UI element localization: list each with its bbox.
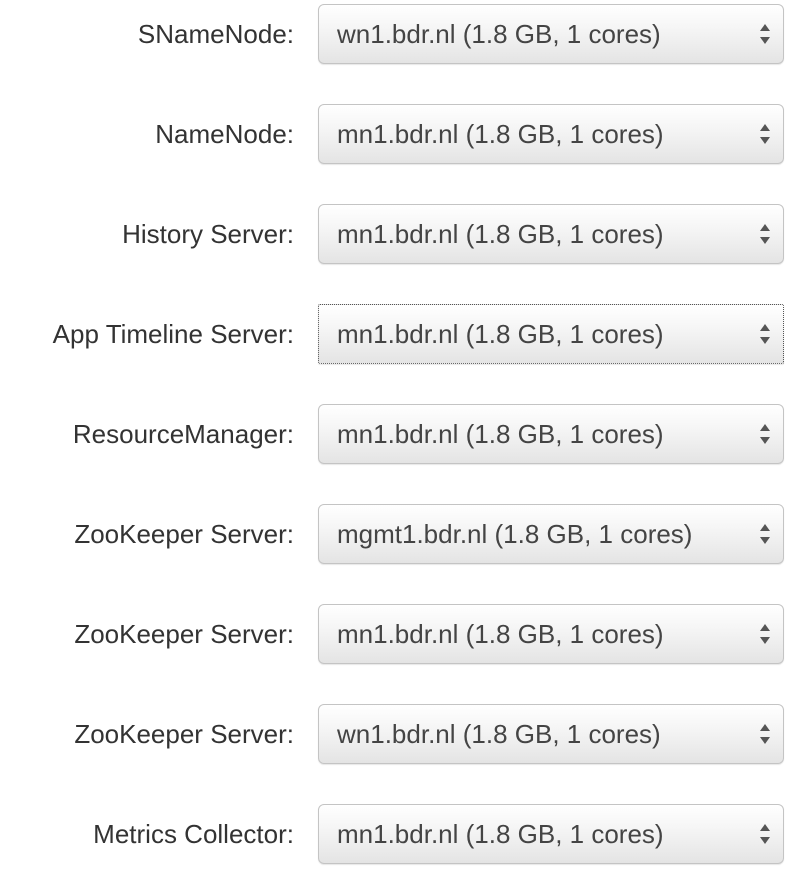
field-row-zookeeper-server-1: ZooKeeper Server: mgmt1.bdr.nl (1.8 GB, … (0, 504, 792, 564)
select-value: mn1.bdr.nl (1.8 GB, 1 cores) (337, 319, 664, 349)
host-select[interactable]: mn1.bdr.nl (1.8 GB, 1 cores) (318, 204, 784, 264)
field-row-app-timeline-server: App Timeline Server: mn1.bdr.nl (1.8 GB,… (0, 304, 792, 364)
select-value: mn1.bdr.nl (1.8 GB, 1 cores) (337, 819, 664, 849)
field-label: ResourceManager: (72, 419, 294, 449)
host-select[interactable]: mn1.bdr.nl (1.8 GB, 1 cores) (318, 104, 784, 164)
up-down-caret-icon (760, 224, 770, 244)
select-value: mn1.bdr.nl (1.8 GB, 1 cores) (337, 219, 664, 249)
host-select[interactable]: mn1.bdr.nl (1.8 GB, 1 cores) (318, 804, 784, 864)
up-down-caret-icon (760, 424, 770, 444)
host-select[interactable]: wn1.bdr.nl (1.8 GB, 1 cores) (318, 4, 784, 64)
up-down-caret-icon (760, 624, 770, 644)
field-row-resourcemanager: ResourceManager: mn1.bdr.nl (1.8 GB, 1 c… (0, 404, 792, 464)
field-label: App Timeline Server: (52, 319, 294, 349)
select-value: mn1.bdr.nl (1.8 GB, 1 cores) (337, 119, 664, 149)
field-row-zookeeper-server-2: ZooKeeper Server: mn1.bdr.nl (1.8 GB, 1 … (0, 604, 792, 664)
up-down-caret-icon (760, 824, 770, 844)
field-row-history-server: History Server: mn1.bdr.nl (1.8 GB, 1 co… (0, 204, 792, 264)
field-label: ZooKeeper Server: (74, 519, 294, 549)
up-down-caret-icon (760, 124, 770, 144)
host-select[interactable]: mn1.bdr.nl (1.8 GB, 1 cores) (318, 304, 784, 364)
host-select[interactable]: mn1.bdr.nl (1.8 GB, 1 cores) (318, 604, 784, 664)
field-label: Metrics Collector: (93, 819, 294, 849)
select-value: wn1.bdr.nl (1.8 GB, 1 cores) (337, 719, 661, 749)
field-label: ZooKeeper Server: (74, 619, 294, 649)
field-label: History Server: (122, 219, 294, 249)
up-down-caret-icon (760, 524, 770, 544)
select-value: mn1.bdr.nl (1.8 GB, 1 cores) (337, 419, 664, 449)
field-row-metrics-collector: Metrics Collector: mn1.bdr.nl (1.8 GB, 1… (0, 804, 792, 864)
host-select[interactable]: mn1.bdr.nl (1.8 GB, 1 cores) (318, 404, 784, 464)
select-value: wn1.bdr.nl (1.8 GB, 1 cores) (337, 19, 661, 49)
up-down-caret-icon (760, 24, 770, 44)
field-label: ZooKeeper Server: (74, 719, 294, 749)
host-select[interactable]: wn1.bdr.nl (1.8 GB, 1 cores) (318, 704, 784, 764)
master-assignment-form: SNameNode: wn1.bdr.nl (1.8 GB, 1 cores) … (0, 0, 792, 870)
up-down-caret-icon (760, 724, 770, 744)
select-value: mgmt1.bdr.nl (1.8 GB, 1 cores) (337, 519, 693, 549)
field-row-zookeeper-server-3: ZooKeeper Server: wn1.bdr.nl (1.8 GB, 1 … (0, 704, 792, 764)
field-row-namenode: NameNode: mn1.bdr.nl (1.8 GB, 1 cores) (0, 104, 792, 164)
up-down-caret-icon (760, 324, 770, 344)
host-select[interactable]: mgmt1.bdr.nl (1.8 GB, 1 cores) (318, 504, 784, 564)
field-label: SNameNode: (137, 19, 294, 49)
field-row-snamenode: SNameNode: wn1.bdr.nl (1.8 GB, 1 cores) (0, 4, 792, 64)
field-label: NameNode: (155, 119, 294, 149)
select-value: mn1.bdr.nl (1.8 GB, 1 cores) (337, 619, 664, 649)
